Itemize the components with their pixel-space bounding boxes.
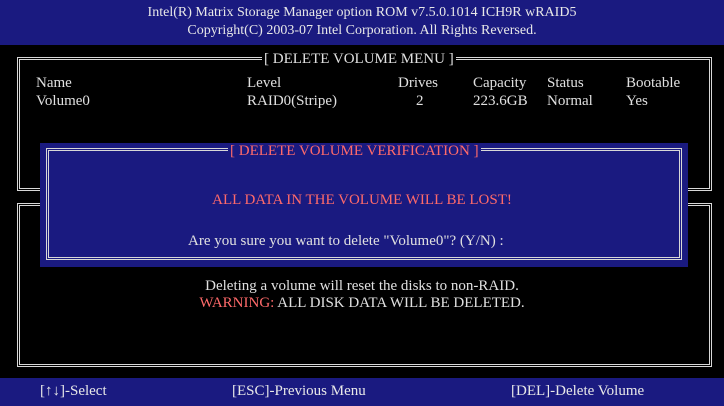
column-header-name: Name bbox=[36, 75, 72, 91]
delete-volume-menu-title: [ DELETE VOLUME MENU ] bbox=[262, 51, 456, 67]
table-row[interactable]: Volume0 RAID0(Stripe) 2 223.6GB Normal Y… bbox=[30, 91, 690, 111]
volume-name: Volume0 bbox=[36, 93, 90, 109]
copyright-line: Copyright(C) 2003-07 Intel Corporation. … bbox=[187, 23, 537, 38]
column-header-level: Level bbox=[247, 75, 282, 91]
previous-menu-hint[interactable]: [ESC]-Previous Menu bbox=[232, 383, 366, 399]
header-bar: Intel(R) Matrix Storage Manager option R… bbox=[0, 0, 724, 45]
delete-volume-hint[interactable]: [DEL]-Delete Volume bbox=[511, 383, 644, 399]
rom-version-line: Intel(R) Matrix Storage Manager option R… bbox=[147, 5, 577, 20]
column-header-capacity: Capacity bbox=[473, 75, 527, 91]
warning-line: WARNING: ALL DISK DATA WILL BE DELETED. bbox=[0, 295, 724, 312]
data-loss-warning: ALL DATA IN THE VOLUME WILL BE LOST! bbox=[212, 192, 512, 208]
column-header-status: Status bbox=[547, 75, 584, 91]
select-hint[interactable]: [↑↓]-Select bbox=[40, 383, 107, 399]
reset-notice: Deleting a volume will reset the disks t… bbox=[205, 278, 519, 294]
volume-drives: 2 bbox=[416, 93, 424, 109]
volume-capacity: 223.6GB bbox=[473, 93, 528, 109]
volume-status: Normal bbox=[547, 93, 593, 109]
warning-text: ALL DISK DATA WILL BE DELETED. bbox=[274, 295, 525, 311]
volume-bootable: Yes bbox=[626, 93, 648, 109]
warning-label: WARNING: bbox=[199, 295, 275, 311]
column-header-drives: Drives bbox=[398, 75, 438, 91]
volume-level: RAID0(Stripe) bbox=[247, 93, 337, 109]
column-header-bootable: Bootable bbox=[626, 75, 681, 91]
verification-dialog-title: [ DELETE VOLUME VERIFICATION ] bbox=[228, 143, 481, 159]
delete-confirmation-prompt[interactable]: Are you sure you want to delete "Volume0… bbox=[188, 233, 504, 250]
